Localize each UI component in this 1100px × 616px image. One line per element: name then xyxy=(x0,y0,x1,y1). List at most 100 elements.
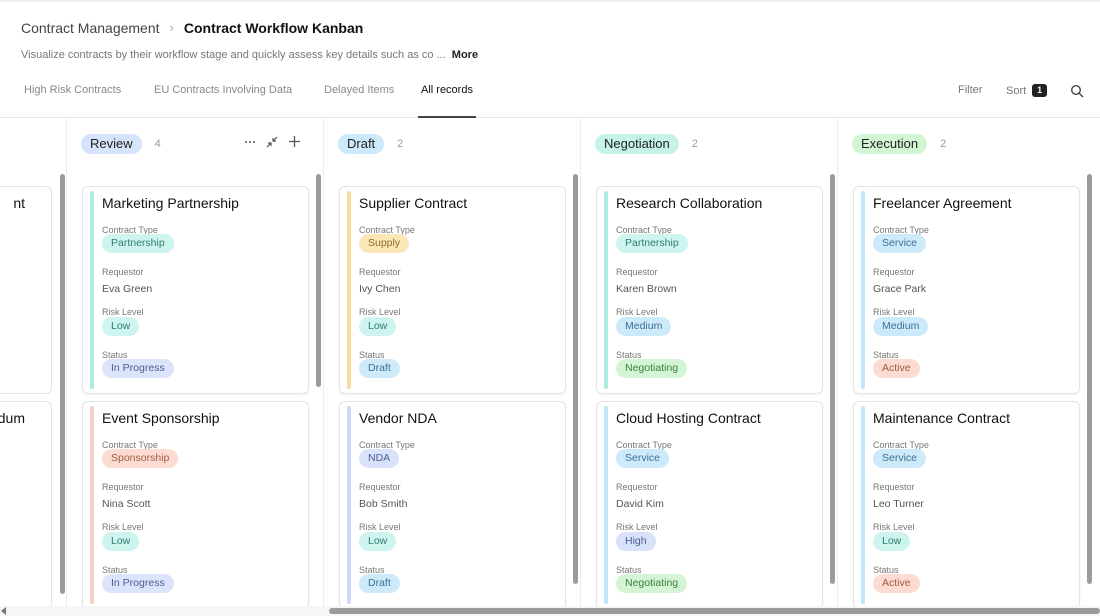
column-header-execution: Execution 2 xyxy=(852,133,946,155)
stage-pill[interactable]: Review xyxy=(81,134,142,154)
column-scrollbar[interactable] xyxy=(316,174,321,387)
tab-all-records[interactable]: All records xyxy=(418,84,476,118)
status-chip: Negotiating xyxy=(616,359,688,378)
column-scrollbar[interactable] xyxy=(60,174,65,594)
card-title: Marketing Partnership xyxy=(102,195,239,211)
contract-card[interactable]: Vendor NDA Contract Type NDA Requestor Bob S… xyxy=(339,401,566,606)
stage-pill[interactable]: Draft xyxy=(338,134,385,154)
contract-type-chip: NDA xyxy=(359,449,400,468)
status-chip: Active xyxy=(873,359,920,378)
partial-card[interactable]: dum xyxy=(0,401,52,606)
contract-card[interactable]: Event Sponsorship Contract Type Sponsorshi… xyxy=(82,401,309,606)
column-header-draft: Draft 2 xyxy=(338,133,403,155)
contract-type-chip: Sponsorship xyxy=(102,449,179,468)
requestor-label: Requestor xyxy=(873,482,915,492)
status-chip: Active xyxy=(873,574,920,593)
risk-level-chip: Low xyxy=(359,532,397,551)
requestor-label: Requestor xyxy=(873,267,915,277)
requestor-value: Eva Green xyxy=(102,283,153,295)
risk-level-chip: Low xyxy=(102,317,140,336)
page-title: Contract Workflow Kanban xyxy=(183,20,364,36)
requestor-value: Karen Brown xyxy=(616,283,677,295)
filter-label: Filter xyxy=(958,84,983,96)
contract-type-chip: Service xyxy=(616,449,670,468)
requestor-value: Ivy Chen xyxy=(359,283,401,295)
contract-card[interactable]: Maintenance Contract Contract Type Service… xyxy=(853,401,1080,606)
scroll-left-icon[interactable] xyxy=(1,607,6,615)
views-bar: High Risk Contracts EU Contracts Involvi… xyxy=(0,72,1100,118)
column-header-review: Review 4 xyxy=(81,133,161,155)
risk-level-chip: Low xyxy=(359,317,397,336)
card-title: Freelancer Agreement xyxy=(873,195,1012,211)
stage-pill[interactable]: Execution xyxy=(852,134,928,154)
partial-card[interactable]: nt xyxy=(0,186,52,394)
contract-card[interactable]: Freelancer Agreement Contract Type Service… xyxy=(853,186,1080,394)
horizontal-scrollbar[interactable] xyxy=(0,606,1100,616)
description-text: Visualize contracts by their workflow st… xyxy=(21,49,446,61)
page-description: Visualize contracts by their workflow st… xyxy=(21,49,478,61)
stage-count: 2 xyxy=(691,138,698,150)
risk-level-chip: Low xyxy=(873,532,911,551)
card-accent-bar xyxy=(90,406,94,604)
column-scrollbar[interactable] xyxy=(1087,174,1092,584)
card-accent-bar xyxy=(604,406,608,604)
search-icon[interactable] xyxy=(1070,84,1086,100)
card-title: Event Sponsorship xyxy=(102,410,220,426)
contract-card[interactable]: Supplier Contract Contract Type Supply Requ… xyxy=(339,186,566,394)
requestor-label: Requestor xyxy=(616,267,658,277)
page-header: Contract Management › Contract Workflow … xyxy=(21,18,1081,61)
requestor-value: Bob Smith xyxy=(359,498,408,510)
contract-type-chip: Supply xyxy=(359,234,410,253)
horizontal-scrollbar-thumb[interactable] xyxy=(329,608,1100,614)
risk-level-label: Risk Level xyxy=(616,522,658,532)
column-divider xyxy=(323,119,324,606)
stage-count: 2 xyxy=(940,138,947,150)
contract-type-chip: Partnership xyxy=(102,234,174,253)
column-divider xyxy=(580,119,581,606)
partial-card-title: dum xyxy=(0,410,25,426)
contract-card[interactable]: Cloud Hosting Contract Contract Type Servi… xyxy=(596,401,823,606)
card-accent-bar xyxy=(861,406,865,604)
risk-level-label: Risk Level xyxy=(102,307,144,317)
tab-eu-contracts-involving-data[interactable]: EU Contracts Involving Data xyxy=(154,84,292,118)
stage-pill[interactable]: Negotiation xyxy=(595,134,679,154)
requestor-label: Requestor xyxy=(102,267,144,277)
chevron-right-icon: › xyxy=(169,20,174,35)
risk-level-label: Risk Level xyxy=(616,307,658,317)
collapse-icon[interactable] xyxy=(266,135,278,153)
risk-level-chip: Medium xyxy=(873,317,929,336)
add-icon[interactable] xyxy=(288,135,301,153)
column-actions xyxy=(234,135,301,153)
breadcrumb-parent[interactable]: Contract Management xyxy=(21,18,160,38)
sort-button[interactable]: Sort 1 xyxy=(1006,84,1048,97)
risk-level-label: Risk Level xyxy=(873,522,915,532)
top-border xyxy=(0,0,1100,2)
more-link[interactable]: More xyxy=(452,49,478,61)
risk-level-label: Risk Level xyxy=(102,522,144,532)
card-title: Supplier Contract xyxy=(359,195,468,211)
status-chip: Negotiating xyxy=(616,574,688,593)
requestor-label: Requestor xyxy=(102,482,144,492)
kanban-board: nt dum Review 4 Draft 2 Negotiation 2 Ex xyxy=(0,119,1100,606)
risk-level-chip: Medium xyxy=(616,317,672,336)
column-scrollbar[interactable] xyxy=(830,174,835,584)
partial-card-title: nt xyxy=(13,195,25,211)
risk-level-label: Risk Level xyxy=(359,307,401,317)
card-title: Vendor NDA xyxy=(359,410,437,426)
card-accent-bar xyxy=(861,191,865,389)
more-icon[interactable] xyxy=(244,135,256,153)
status-chip: In Progress xyxy=(102,359,174,378)
filter-button[interactable]: Filter xyxy=(958,84,982,96)
breadcrumb: Contract Management › Contract Workflow … xyxy=(21,18,1081,38)
risk-level-chip: High xyxy=(616,532,656,551)
requestor-value: Grace Park xyxy=(873,283,927,295)
card-title: Cloud Hosting Contract xyxy=(616,410,761,426)
column-scrollbar[interactable] xyxy=(573,174,578,584)
contract-card[interactable]: Research Collaboration Contract Type Partn… xyxy=(596,186,823,394)
contract-type-chip: Service xyxy=(873,234,927,253)
tab-delayed-items[interactable]: Delayed Items xyxy=(324,84,394,118)
sort-count-badge: 1 xyxy=(1032,84,1048,97)
column-divider xyxy=(837,119,838,606)
contract-card[interactable]: Marketing Partnership Contract Type Partne… xyxy=(82,186,309,394)
tab-high-risk-contracts[interactable]: High Risk Contracts xyxy=(24,84,121,118)
